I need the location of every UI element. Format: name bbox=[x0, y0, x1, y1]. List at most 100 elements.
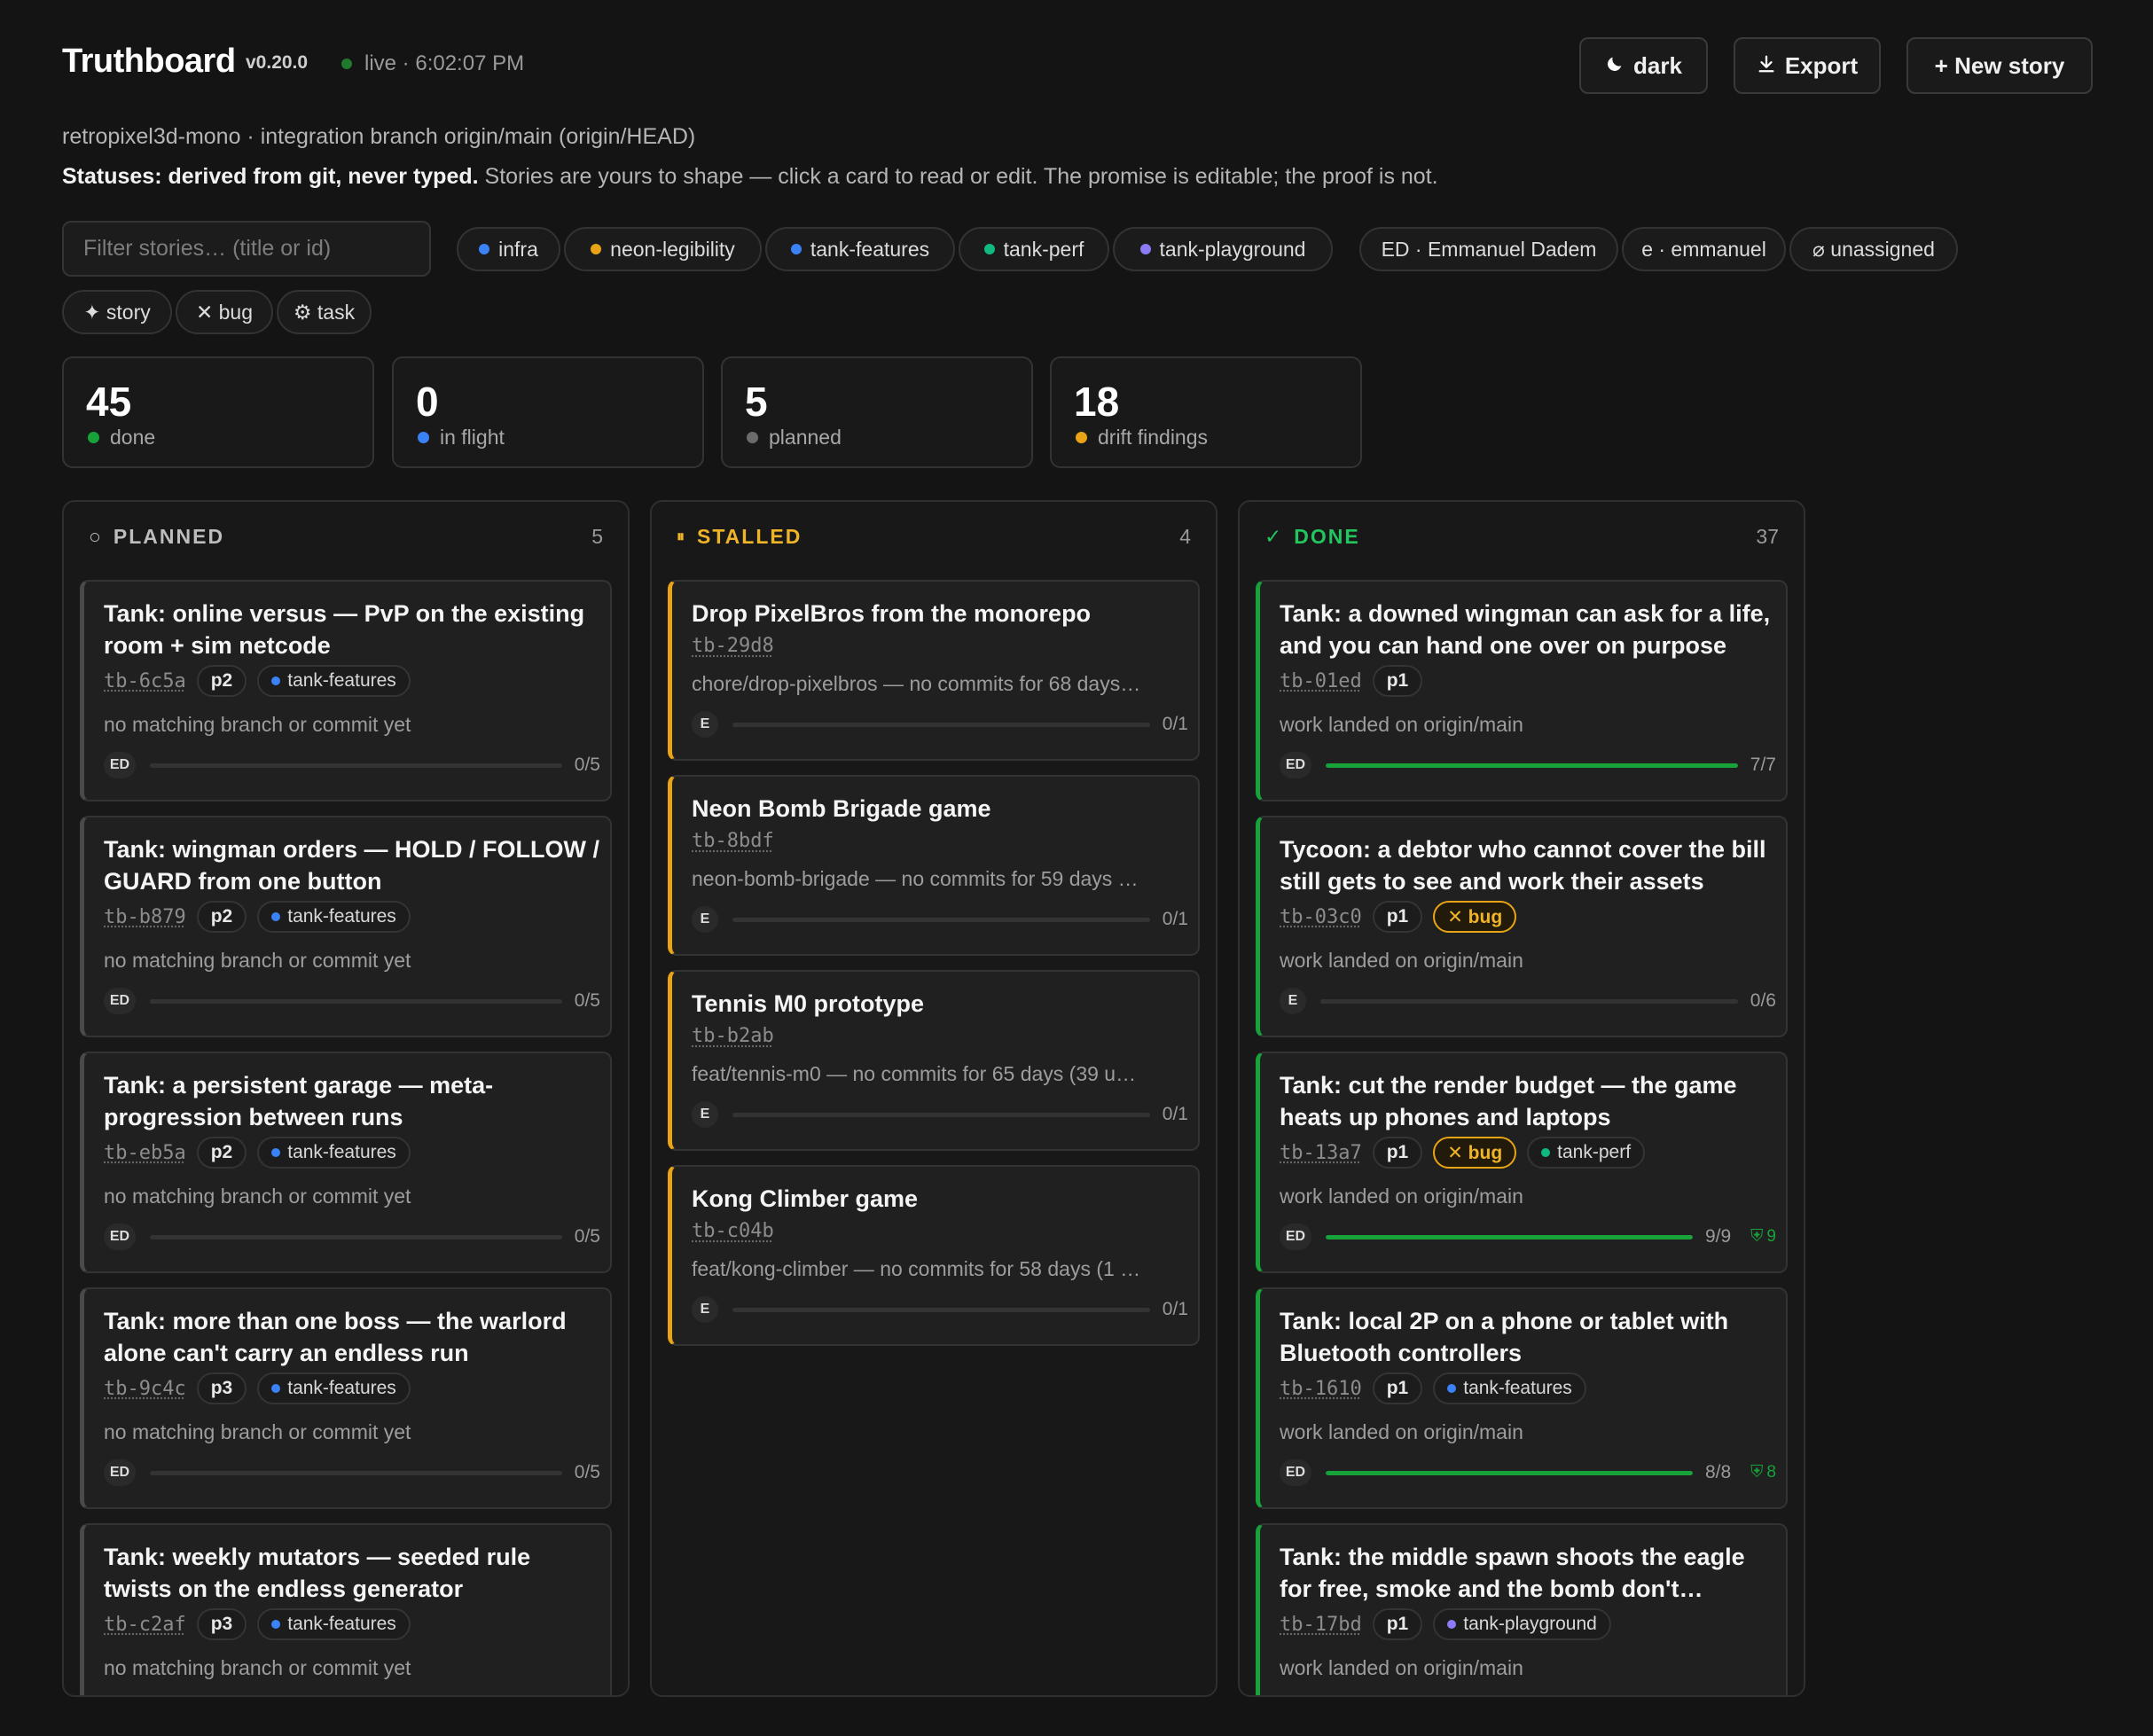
owner-chip-emmanuel[interactable]: e · emmanuel bbox=[1622, 227, 1786, 271]
owner-avatar: E bbox=[1280, 988, 1306, 1014]
card-title: Tank: local 2P on a phone or tablet with… bbox=[1280, 1308, 1729, 1366]
priority-pill: p3 bbox=[196, 1608, 247, 1640]
story-card[interactable]: Drop PixelBros from the monorepo tb-29d8… bbox=[668, 580, 1200, 761]
story-card[interactable]: Tank: more than one boss — the warlord a… bbox=[80, 1287, 612, 1509]
priority-pill: p1 bbox=[1372, 665, 1423, 697]
shield-icon: ⛨ bbox=[1750, 1227, 1764, 1246]
story-card[interactable]: Neon Bomb Brigade game tb-8bdf neon-bomb… bbox=[668, 775, 1200, 956]
story-card[interactable]: Tennis M0 prototype tb-b2ab feat/tennis-… bbox=[668, 970, 1200, 1151]
column-header: ⏸ STALLED bbox=[677, 525, 802, 549]
story-card[interactable]: Tank: wingman orders — HOLD / FOLLOW / G… bbox=[80, 816, 612, 1037]
stat-label-text: drift findings bbox=[1098, 426, 1209, 449]
stat-value: 45 bbox=[86, 379, 132, 425]
card-status: feat/kong-climber — no commits for 58 da… bbox=[692, 1257, 1141, 1280]
type-chip-story[interactable]: ✦ story bbox=[62, 290, 172, 334]
stat-label: planned bbox=[747, 426, 842, 450]
epic-chip-neon-legibility[interactable]: neon-legibility bbox=[564, 227, 762, 271]
column-done: ✓ DONE 37 Tank: a downed wingman can ask… bbox=[1238, 500, 1805, 1697]
card-id[interactable]: tb-1610 bbox=[1280, 1378, 1362, 1400]
priority-pill: p1 bbox=[1372, 1137, 1423, 1169]
export-button[interactable]: Export bbox=[1734, 37, 1881, 94]
story-card[interactable]: Tank: the middle spawn shoots the eagle … bbox=[1256, 1523, 1788, 1695]
progress-bar bbox=[150, 1470, 562, 1475]
card-id[interactable]: tb-17bd bbox=[1280, 1614, 1362, 1636]
card-progress: E 0/1 bbox=[692, 1101, 1188, 1128]
card-status: work landed on origin/main bbox=[1280, 1420, 1523, 1443]
card-id[interactable]: tb-03c0 bbox=[1280, 906, 1362, 928]
owner-avatar: ED bbox=[1280, 1459, 1311, 1486]
column-stalled: ⏸ STALLED 4 Drop PixelBros from the mono… bbox=[650, 500, 1217, 1697]
card-id[interactable]: tb-01ed bbox=[1280, 670, 1362, 692]
stat-card-done: 45 done bbox=[62, 356, 374, 468]
card-id[interactable]: tb-b2ab bbox=[692, 1025, 774, 1047]
statuses-note-bold: Statuses: derived from git, never typed. bbox=[62, 164, 479, 189]
type-chip-bug[interactable]: ✕ bug bbox=[176, 290, 273, 334]
progress-text: 0/1 bbox=[1162, 909, 1188, 929]
epic-chip-tank-perf[interactable]: tank-perf bbox=[959, 227, 1109, 271]
card-title: Tank: a persistent garage — meta-progres… bbox=[104, 1072, 494, 1130]
card-status: chore/drop-pixelbros — no commits for 68… bbox=[692, 672, 1141, 695]
epic-dot-icon bbox=[983, 244, 995, 254]
progress-text: 0/5 bbox=[574, 1226, 600, 1247]
card-progress: E 0/1 bbox=[692, 906, 1188, 933]
story-card[interactable]: Tank: a downed wingman can ask for a lif… bbox=[1256, 580, 1788, 802]
type-chip-task[interactable]: ⚙ task bbox=[277, 290, 372, 334]
card-id[interactable]: tb-6c5a bbox=[104, 670, 186, 692]
card-status: work landed on origin/main bbox=[1280, 713, 1523, 736]
card-id[interactable]: tb-9c4c bbox=[104, 1378, 186, 1400]
epic-pill-label: tank-features bbox=[1463, 1378, 1572, 1398]
story-card[interactable]: Tycoon: a debtor who cannot cover the bi… bbox=[1256, 816, 1788, 1037]
epic-pill-label: tank-features bbox=[287, 670, 396, 691]
card-title: Neon Bomb Brigade game bbox=[692, 795, 991, 822]
card-progress: ED 9/9 ⛨ 9 bbox=[1280, 1224, 1776, 1250]
story-card[interactable]: Tank: online versus — PvP on the existin… bbox=[80, 580, 612, 802]
priority-pill: p2 bbox=[196, 665, 247, 697]
story-card[interactable]: Kong Climber game tb-c04b feat/kong-clim… bbox=[668, 1165, 1200, 1346]
bug-pill: ✕ bug bbox=[1433, 901, 1517, 933]
card-id[interactable]: tb-b879 bbox=[104, 906, 186, 928]
card-status: work landed on origin/main bbox=[1280, 1185, 1523, 1208]
story-card[interactable]: Tank: cut the render budget — the game h… bbox=[1256, 1052, 1788, 1273]
epic-chip-infra[interactable]: infra bbox=[457, 227, 560, 271]
card-id[interactable]: tb-29d8 bbox=[692, 635, 774, 657]
card-id[interactable]: tb-c04b bbox=[692, 1220, 774, 1242]
status-dot-icon bbox=[88, 432, 99, 443]
card-status: no matching branch or commit yet bbox=[104, 949, 411, 972]
story-card[interactable]: Tank: local 2P on a phone or tablet with… bbox=[1256, 1287, 1788, 1509]
epic-dot-icon bbox=[479, 244, 490, 254]
story-card[interactable]: Tank: a persistent garage — meta-progres… bbox=[80, 1052, 612, 1273]
card-title: Drop PixelBros from the monorepo bbox=[692, 600, 1092, 627]
epic-chip-label: infra bbox=[498, 237, 538, 261]
card-title: Kong Climber game bbox=[692, 1185, 919, 1212]
card-title: Tank: more than one boss — the warlord a… bbox=[104, 1308, 567, 1366]
card-status: work landed on origin/main bbox=[1280, 1656, 1523, 1679]
owner-chip-unassigned[interactable]: ⌀ unassigned bbox=[1789, 227, 1958, 271]
filter-stories-input[interactable] bbox=[62, 221, 431, 277]
new-story-button[interactable]: + New story bbox=[1906, 37, 2093, 94]
story-card[interactable]: Tank: weekly mutators — seeded rule twis… bbox=[80, 1523, 612, 1695]
card-id[interactable]: tb-13a7 bbox=[1280, 1142, 1362, 1164]
stat-value: 0 bbox=[416, 379, 439, 425]
progress-bar bbox=[1326, 762, 1738, 768]
card-id[interactable]: tb-8bdf bbox=[692, 830, 774, 852]
theme-toggle-button[interactable]: dark bbox=[1579, 37, 1708, 94]
progress-bar bbox=[1326, 1470, 1693, 1475]
card-id[interactable]: tb-c2af bbox=[104, 1614, 186, 1636]
owner-avatar: E bbox=[692, 1296, 718, 1323]
card-meta: tb-29d8 bbox=[692, 635, 774, 657]
card-id[interactable]: tb-eb5a bbox=[104, 1142, 186, 1164]
column-header: ○ PLANNED bbox=[89, 525, 224, 549]
column-count: 4 bbox=[1179, 525, 1191, 548]
epic-chip-tank-features[interactable]: tank-features bbox=[765, 227, 955, 271]
card-meta: tb-17bd p1 tank-playground bbox=[1280, 1608, 1611, 1640]
progress-text: 0/5 bbox=[574, 1462, 600, 1482]
owner-avatar: E bbox=[692, 711, 718, 738]
progress-bar bbox=[732, 1112, 1150, 1117]
epic-dot-icon bbox=[591, 244, 602, 254]
epic-chip-tank-playground[interactable]: tank-playground bbox=[1113, 227, 1333, 271]
progress-bar bbox=[1326, 1234, 1693, 1239]
epic-dot-icon bbox=[790, 244, 802, 254]
epic-pill: tank-features bbox=[257, 901, 411, 933]
owner-chip-emmanuel-dadem[interactable]: ED · Emmanuel Dadem bbox=[1359, 227, 1618, 271]
type-chip-label: ✕ bug bbox=[195, 300, 254, 324]
